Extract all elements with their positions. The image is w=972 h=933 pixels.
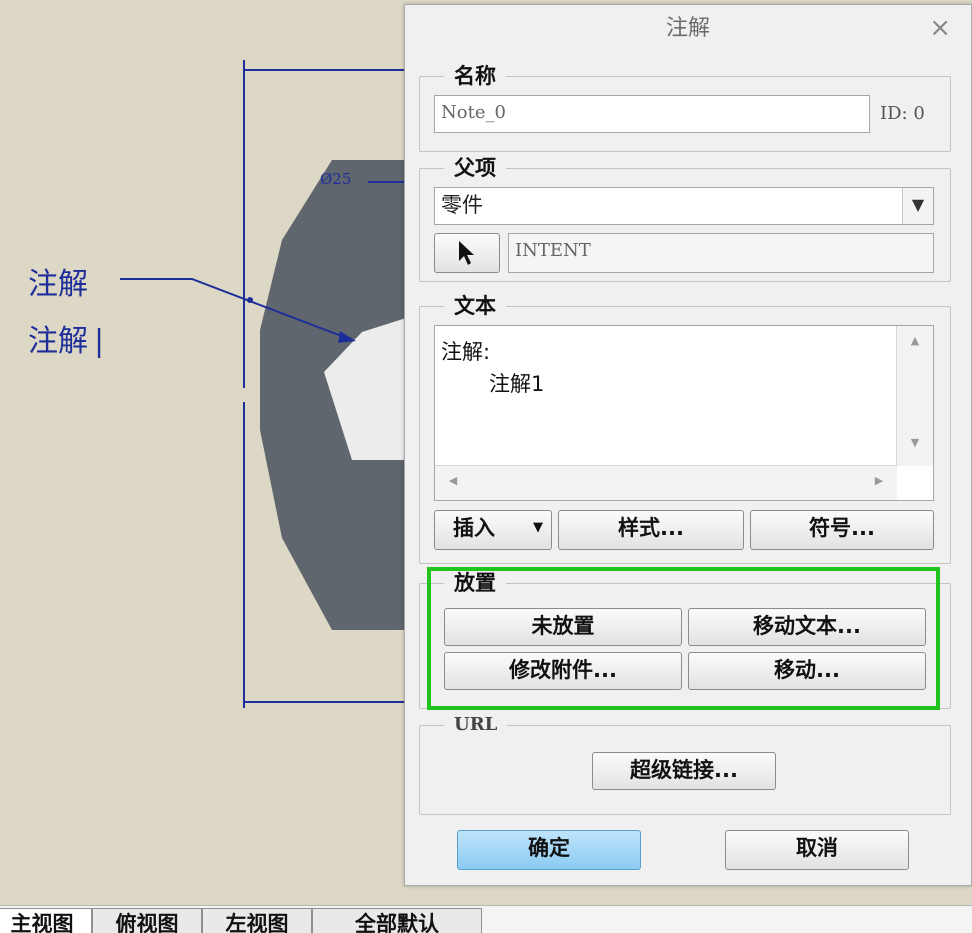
text-group-legend: 文本	[444, 293, 506, 319]
view-tab-bar: 主视图 俯视图 左视图 全部默认	[0, 905, 972, 933]
not-placed-button[interactable]: 未放置	[444, 608, 682, 646]
close-icon[interactable]: ×	[929, 13, 951, 43]
note-dialog: 注解 × 名称 Note_0 ID: 0 父项 零件 ▼ INTENT 文本 注…	[404, 4, 972, 886]
scroll-up-icon[interactable]: ▲	[897, 334, 933, 347]
tab-main-view[interactable]: 主视图	[0, 908, 92, 933]
horizontal-scrollbar[interactable]: ◀ ▶	[435, 465, 897, 500]
placement-group: 放置 未放置 移动文本... 修改附件... 移动...	[419, 570, 951, 709]
placement-group-legend: 放置	[444, 570, 506, 596]
tab-top-view[interactable]: 俯视图	[92, 908, 202, 933]
text-group: 文本 注解: 注解1 ▲ ▼ ◀ ▶ 插入 ▼ 样式... 符号...	[419, 293, 951, 564]
cancel-button[interactable]: 取消	[725, 830, 909, 870]
cursor-arrow-icon	[459, 241, 474, 265]
dimension-label[interactable]: Ø25	[320, 170, 351, 188]
tab-all-default[interactable]: 全部默认	[312, 908, 482, 933]
parent-group-legend: 父项	[444, 155, 506, 181]
leader-dot	[247, 297, 253, 303]
insert-dropdown-arrow-icon: ▼	[533, 520, 543, 535]
scroll-right-icon[interactable]: ▶	[861, 474, 897, 487]
note-text-line1-editor: 注解:	[441, 340, 491, 364]
scroll-down-icon[interactable]: ▼	[897, 436, 933, 449]
url-group: URL 超级链接...	[419, 712, 951, 815]
select-reference-button[interactable]	[434, 233, 500, 273]
modify-attachment-button[interactable]: 修改附件...	[444, 652, 682, 690]
insert-button-label: 插入	[453, 516, 495, 540]
id-label: ID: 0	[880, 103, 925, 124]
symbol-button[interactable]: 符号...	[750, 510, 934, 550]
text-cursor: |	[94, 324, 105, 359]
note-text-area[interactable]: 注解: 注解1 ▲ ▼ ◀ ▶	[434, 325, 934, 501]
ok-button[interactable]: 确定	[457, 830, 641, 870]
note-text-line2-label: 注解	[28, 324, 88, 359]
name-input[interactable]: Note_0	[434, 95, 870, 133]
note-text-line2-editor: 注解1	[489, 372, 545, 396]
note-text-line1[interactable]: 注解	[28, 259, 88, 303]
url-group-legend: URL	[444, 712, 508, 738]
hyperlink-button[interactable]: 超级链接...	[592, 752, 776, 790]
parent-select-value: 零件	[441, 193, 483, 217]
scroll-left-icon[interactable]: ◀	[435, 474, 471, 487]
parent-select[interactable]: 零件 ▼	[434, 187, 934, 225]
move-button[interactable]: 移动...	[688, 652, 926, 690]
note-text-line2[interactable]: 注解 |	[28, 316, 104, 360]
reference-field[interactable]: INTENT	[508, 233, 934, 273]
dialog-title: 注解	[665, 16, 710, 41]
dropdown-arrow-icon[interactable]: ▼	[902, 188, 933, 224]
parent-group: 父项 零件 ▼ INTENT	[419, 155, 951, 282]
insert-button[interactable]: 插入 ▼	[434, 510, 552, 550]
vertical-scrollbar[interactable]: ▲ ▼	[896, 326, 933, 466]
style-button[interactable]: 样式...	[558, 510, 744, 550]
move-text-button[interactable]: 移动文本...	[688, 608, 926, 646]
name-group-legend: 名称	[444, 63, 506, 89]
tab-left-view[interactable]: 左视图	[202, 908, 312, 933]
name-group: 名称 Note_0 ID: 0	[419, 63, 951, 152]
